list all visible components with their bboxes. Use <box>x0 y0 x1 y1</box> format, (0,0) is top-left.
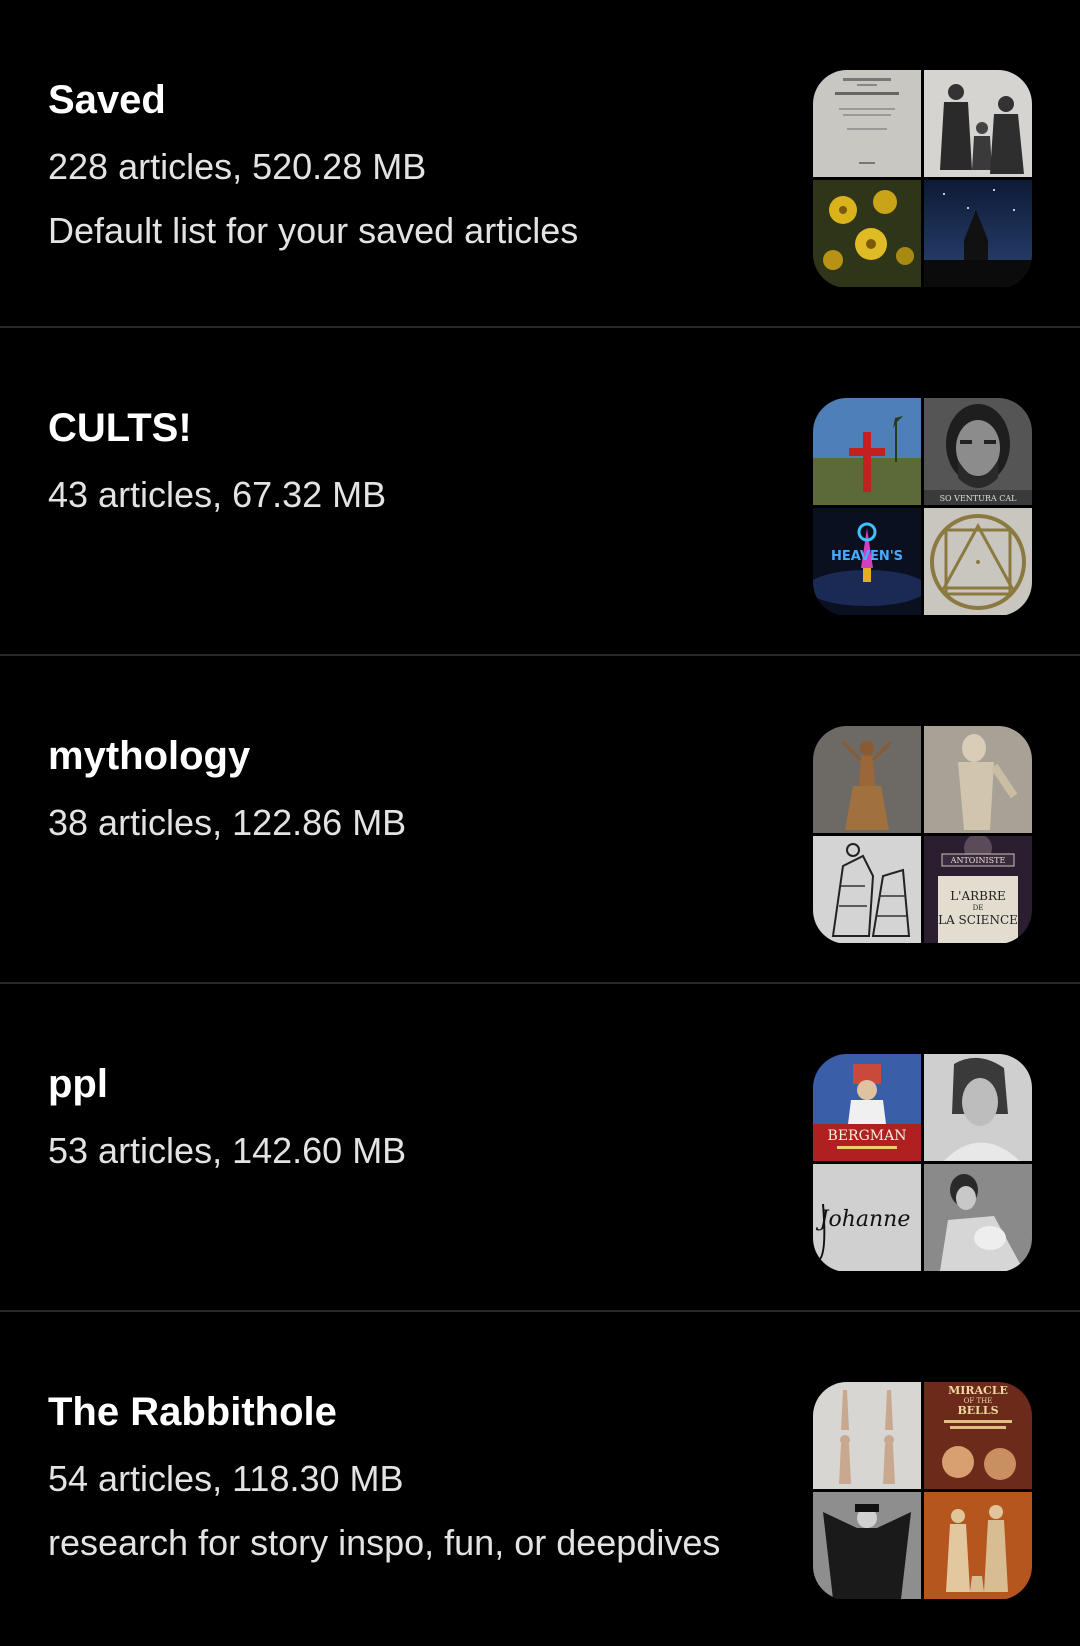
list-description: research for story inspo, fun, or deepdi… <box>48 1522 721 1563</box>
list-title: ppl <box>48 1062 108 1106</box>
reading-lists: Saved 228 articles, 520.28 MB Default li… <box>0 0 1080 1640</box>
list-item-ppl[interactable]: ppl 53 articles, 142.60 MB BERGMAN Johan… <box>0 984 1080 1312</box>
list-thumbnail-collage: SO VENTURA CAL HEAVEN'S <box>813 398 1032 616</box>
list-title: The Rabbithole <box>48 1390 337 1434</box>
list-thumbnail-collage: BERGMAN Johanne <box>813 1054 1032 1272</box>
list-item-cults[interactable]: CULTS! 43 articles, 67.32 MB SO VENTURA … <box>0 328 1080 656</box>
victorian-portrait-thumbnail <box>924 70 1032 177</box>
arbre-line2: DE <box>973 904 984 912</box>
list-meta: 54 articles, 118.30 MB <box>48 1458 404 1499</box>
list-title: Saved <box>48 78 166 122</box>
list-description: Default list for your saved articles <box>48 210 579 251</box>
poster-bells-text: BELLS <box>957 1404 998 1417</box>
list-meta: 53 articles, 142.60 MB <box>48 1130 407 1171</box>
anatomy-figures-thumbnail <box>813 1382 921 1489</box>
statue-group-thumbnail <box>924 1492 1032 1599</box>
engraving-figures-thumbnail <box>813 836 921 943</box>
list-title: mythology <box>48 734 251 778</box>
caped-figure-thumbnail <box>813 1492 921 1599</box>
marble-statue-thumbnail <box>924 726 1032 833</box>
list-thumbnail-collage: ANTOINISTE L'ARBRE DE LA SCIENCE <box>813 726 1032 944</box>
heavens-gate-text: HEAVEN'S <box>831 549 903 564</box>
list-meta: 38 articles, 122.86 MB <box>48 802 407 843</box>
antoinist-text: ANTOINISTE <box>950 856 1006 865</box>
book-title-page-thumbnail <box>813 70 921 177</box>
bergman-poster-thumbnail: BERGMAN <box>813 1054 921 1161</box>
list-text: Saved 228 articles, 520.28 MB Default li… <box>48 72 768 256</box>
list-meta: 43 articles, 67.32 MB <box>48 474 387 515</box>
list-item-the-rabbithole[interactable]: The Rabbithole 54 articles, 118.30 MB re… <box>0 1312 1080 1640</box>
yellow-flowers-thumbnail <box>813 180 921 287</box>
list-text: The Rabbithole 54 articles, 118.30 MB re… <box>48 1384 768 1568</box>
mugshot-caption: SO VENTURA CAL <box>940 494 1018 503</box>
signature-thumbnail: Johanne <box>813 1164 921 1271</box>
woman-portrait-thumbnail <box>924 1054 1032 1161</box>
antoinist-tree-poster-thumbnail: ANTOINISTE L'ARBRE DE LA SCIENCE <box>924 836 1032 943</box>
arbre-line3: LA SCIENCE <box>938 913 1018 927</box>
list-thumbnail-collage: MIRACLE OF THE BELLS <box>813 1382 1032 1600</box>
miracle-bells-poster-thumbnail: MIRACLE OF THE BELLS <box>924 1382 1032 1489</box>
bergman-text: BERGMAN <box>828 1128 907 1144</box>
list-meta: 228 articles, 520.28 MB <box>48 146 427 187</box>
list-text: ppl 53 articles, 142.60 MB <box>48 1056 768 1190</box>
list-item-saved[interactable]: Saved 228 articles, 520.28 MB Default li… <box>0 0 1080 328</box>
occult-sigil-thumbnail <box>924 508 1032 615</box>
red-cross-field-thumbnail <box>813 398 921 505</box>
poster-miracle-text: MIRACLE <box>948 1384 1008 1397</box>
church-night-sky-thumbnail <box>924 180 1032 287</box>
list-text: mythology 38 articles, 122.86 MB <box>48 728 768 862</box>
mugshot-portrait-thumbnail: SO VENTURA CAL <box>924 398 1032 505</box>
list-title: CULTS! <box>48 406 192 450</box>
mother-baby-photo-thumbnail <box>924 1164 1032 1271</box>
heavens-gate-logo-thumbnail: HEAVEN'S <box>813 508 921 615</box>
list-thumbnail-collage <box>813 70 1032 288</box>
list-text: CULTS! 43 articles, 67.32 MB <box>48 400 768 534</box>
signature-text: Johanne <box>816 1207 911 1232</box>
list-item-mythology[interactable]: mythology 38 articles, 122.86 MB ANTOINI… <box>0 656 1080 984</box>
arbre-line1: L'ARBRE <box>950 889 1006 903</box>
snake-goddess-statue-thumbnail <box>813 726 921 833</box>
